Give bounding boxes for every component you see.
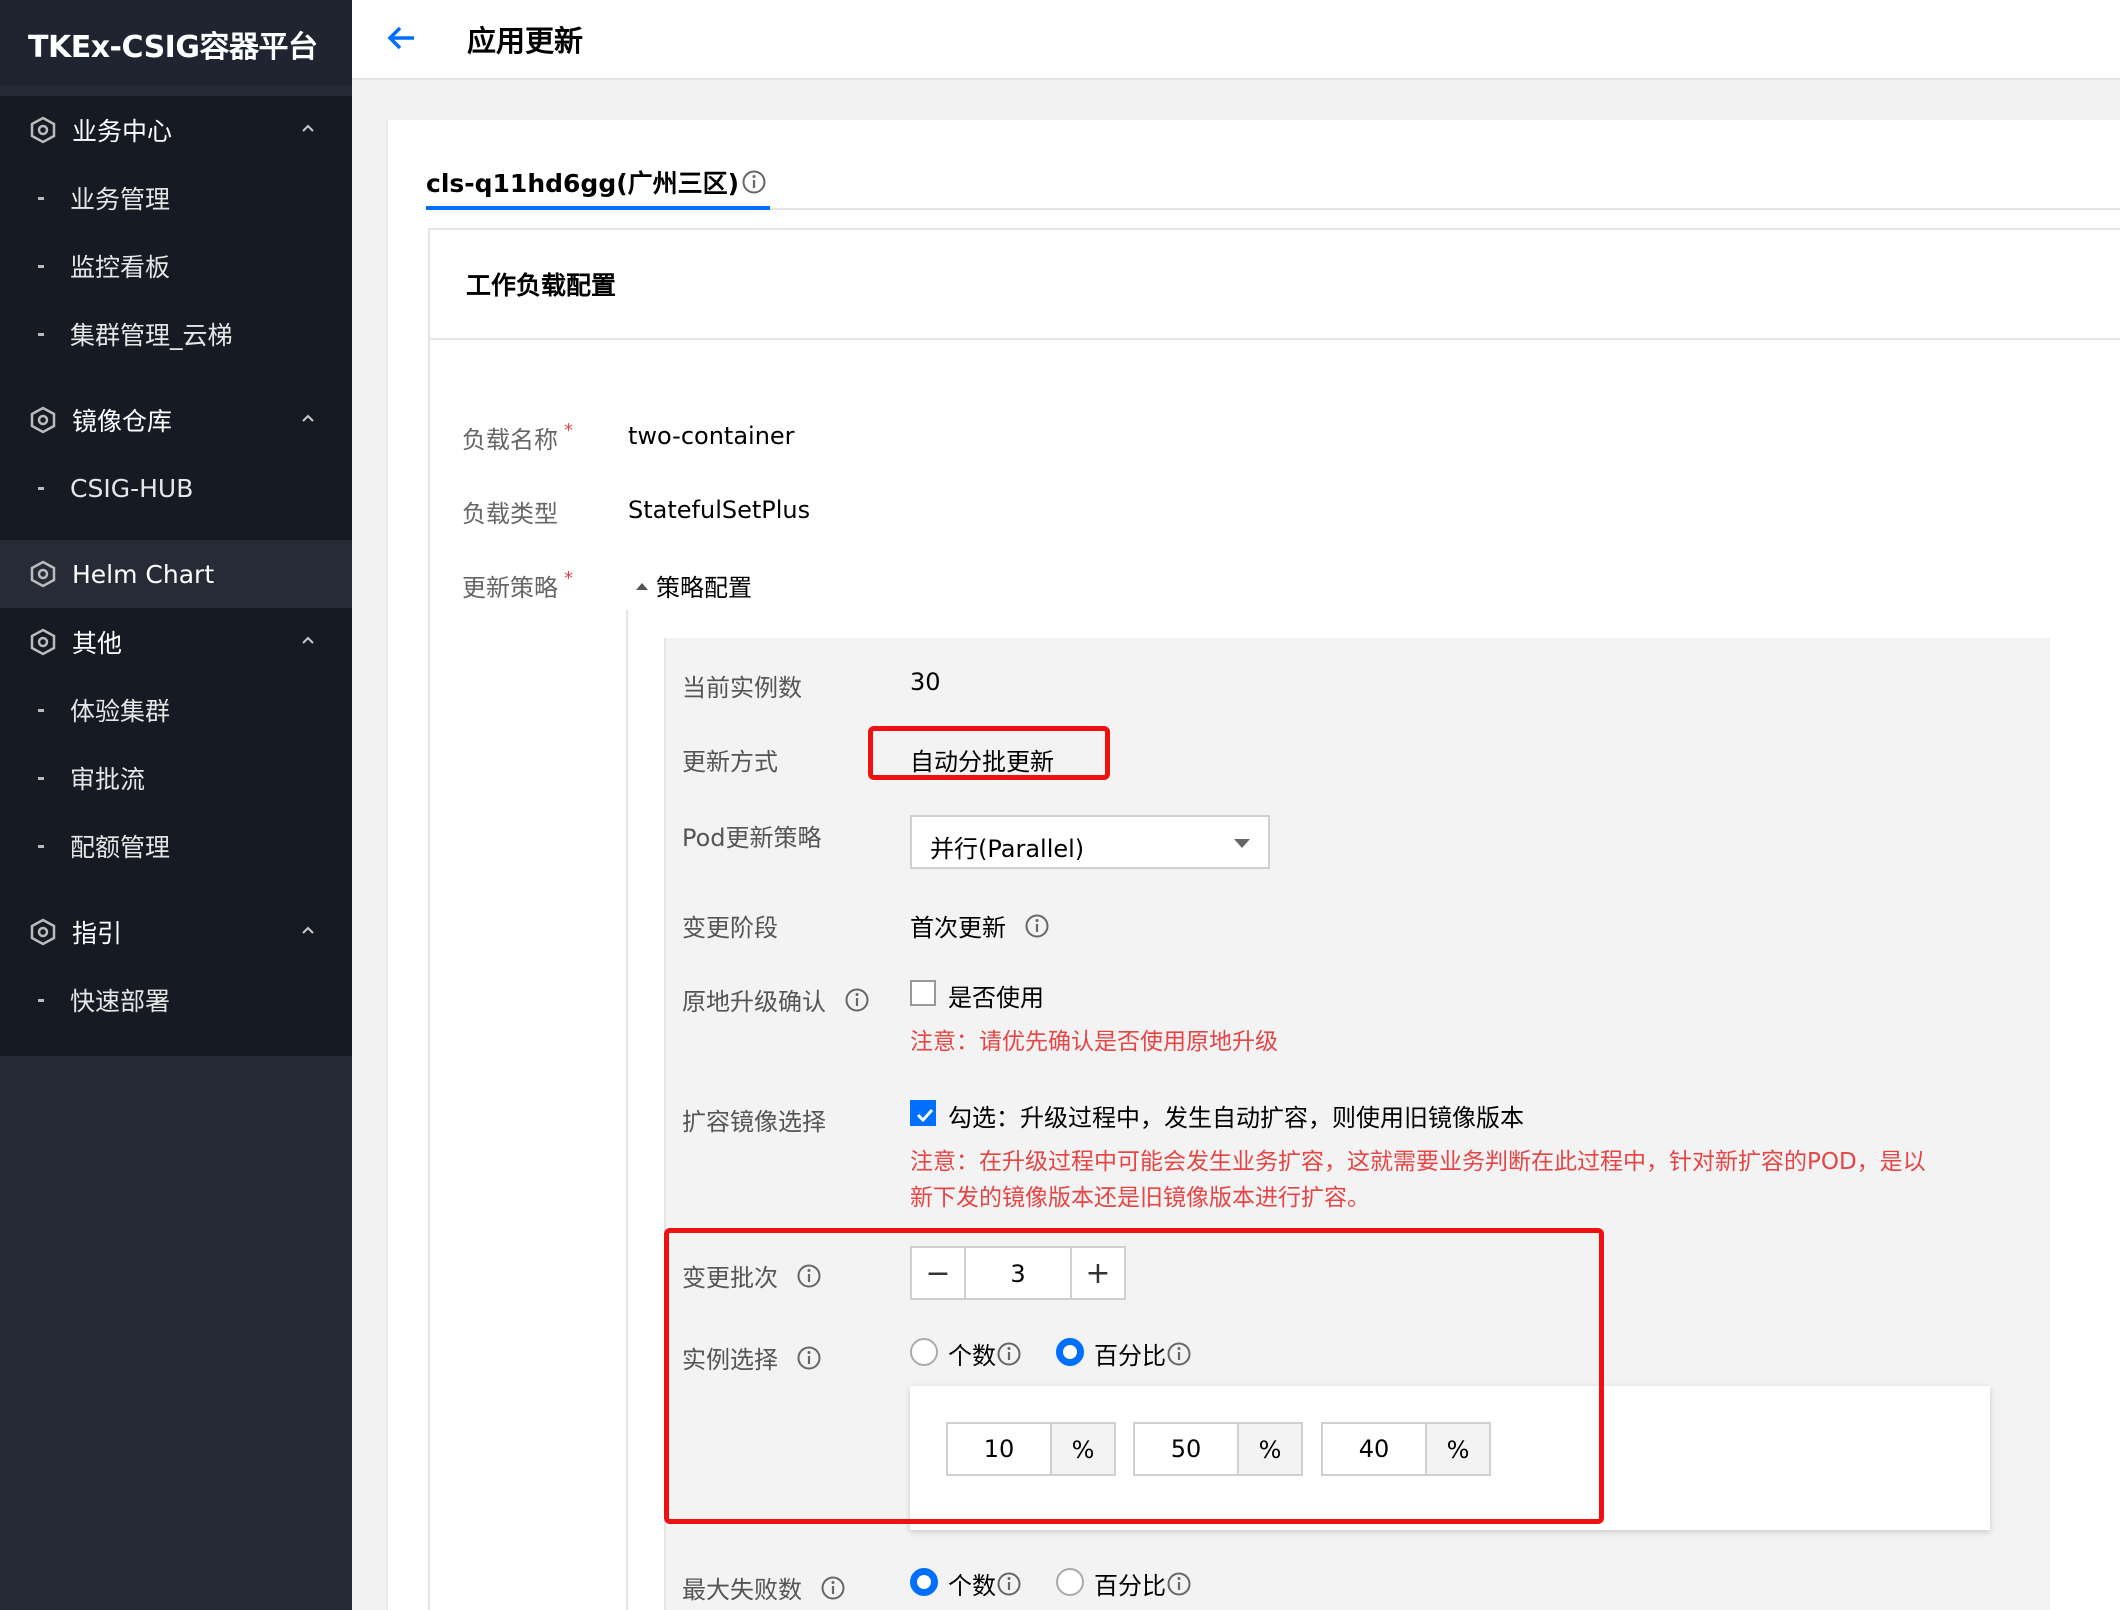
inplace-checkbox[interactable] [910,980,936,1006]
strategy-label: 更新策略 * [462,568,573,603]
nav-group-guide[interactable]: 指引 [0,898,352,966]
nav-group-label: 镜像仓库 [72,407,173,436]
panel-title: 工作负载配置 [430,230,2120,340]
batch-highlight-box [664,1228,1604,1524]
maxfail-count-radio[interactable] [910,1568,938,1596]
chevron-up-icon [302,636,314,644]
nav-group-image-repo[interactable]: 镜像仓库 [0,386,352,454]
strategy-toggle[interactable]: 策略配置 [634,568,752,603]
info-icon[interactable] [1024,913,1050,939]
cube-icon [30,406,56,434]
type-label: 负载类型 [462,500,558,528]
tab-label: cls-q11hd6gg(广州三区) [426,169,740,198]
nav-group-label: 指引 [72,919,123,948]
info-icon[interactable] [820,1575,846,1601]
chevron-up-icon [302,414,314,422]
method-highlight-box [868,726,1110,780]
inplace-warning: 注意：请优先确认是否使用原地升级 [910,1029,1278,1055]
required-mark: * [564,420,573,441]
stage-value: 首次更新 [910,914,1006,942]
brand-logo: TKEx-CSIG容器平台 [0,0,352,86]
pod-policy-label: Pod更新策略 [682,824,822,852]
strategy-toggle-label: 策略配置 [656,574,752,602]
sidebar-item-quota-manage[interactable]: 配额管理 [0,812,352,880]
info-icon[interactable] [741,169,767,195]
nav-group-label: 业务中心 [72,117,173,146]
maxfail-count-option: 个数 [948,1566,1022,1601]
tab-cluster[interactable]: cls-q11hd6gg(广州三区) [426,164,767,200]
inplace-label: 原地升级确认 [682,988,826,1016]
name-label-text: 负载名称 [462,426,558,454]
nav-group-label: Helm Chart [72,559,215,589]
sidebar-item-quick-deploy[interactable]: 快速部署 [0,966,352,1034]
inplace-label-row: 原地升级确认 [682,982,870,1017]
name-label: 负载名称 * [462,420,573,455]
nav-group-business[interactable]: 业务中心 [0,96,352,164]
sidebar: TKEx-CSIG容器平台 业务中心 业务管理 监控看板 集群管理_云梯 镜像仓… [0,0,352,1610]
instances-value: 30 [910,668,941,696]
stage-label: 变更阶段 [682,914,778,942]
strategy-label-text: 更新策略 [462,574,558,602]
maxfail-percent-option: 百分比 [1094,1566,1192,1601]
check-icon [916,1108,934,1123]
scale-warning-line1: 注意：在升级过程中可能会发生业务扩容，这就需要业务判断在此过程中，针对新扩容的P… [910,1149,1926,1175]
cube-icon [30,628,56,656]
method-label: 更新方式 [682,748,778,776]
chevron-up-icon [302,926,314,934]
instances-label: 当前实例数 [682,674,802,702]
page-title: 应用更新 [467,24,584,58]
sidebar-nav: 业务中心 业务管理 监控看板 集群管理_云梯 镜像仓库 CSIG-HUB Hel… [0,96,352,1056]
back-arrow-icon[interactable] [382,18,422,58]
caret-up-icon [636,582,648,590]
cube-icon [30,918,56,946]
tab-active-indicator [426,206,770,210]
scale-option: 勾选：升级过程中，发生自动扩容，则使用旧镜像版本 [948,1104,1524,1132]
strategy-guide-line [626,610,628,1610]
caret-down-icon [1234,839,1250,848]
type-value: StatefulSetPlus [628,496,811,524]
info-icon[interactable] [844,987,870,1013]
pod-policy-select[interactable]: 并行(Parallel) [910,815,1270,869]
maxfail-count-label: 个数 [948,1572,996,1600]
maxfail-percent-radio[interactable] [1056,1568,1084,1596]
cube-icon [30,116,56,144]
cube-icon [30,560,56,588]
maxfail-percent-label: 百分比 [1094,1572,1166,1600]
pod-policy-selected: 并行(Parallel) [930,835,1085,863]
name-value: two-container [628,422,795,450]
info-icon[interactable] [1166,1571,1192,1597]
sidebar-item-trial-cluster[interactable]: 体验集群 [0,676,352,744]
sidebar-item-csig-hub[interactable]: CSIG-HUB [0,454,352,522]
nav-group-other[interactable]: 其他 [0,608,352,676]
sidebar-item-business-manage[interactable]: 业务管理 [0,164,352,232]
scale-label: 扩容镜像选择 [682,1108,826,1136]
maxfail-label: 最大失败数 [682,1576,802,1604]
stage-value-row: 首次更新 [910,908,1050,943]
nav-group-helm-chart[interactable]: Helm Chart [0,540,352,608]
sidebar-item-monitor-board[interactable]: 监控看板 [0,232,352,300]
required-mark: * [564,568,573,589]
chevron-up-icon [302,124,314,132]
info-icon[interactable] [996,1571,1022,1597]
sidebar-item-approval-flow[interactable]: 审批流 [0,744,352,812]
scale-checkbox[interactable] [910,1100,936,1126]
maxfail-label-row: 最大失败数 [682,1570,846,1605]
page-header: 应用更新 [352,0,2120,80]
sidebar-item-cluster-manage[interactable]: 集群管理_云梯 [0,300,352,368]
inplace-option: 是否使用 [948,984,1044,1012]
nav-group-label: 其他 [72,629,123,658]
scale-warning-line2: 新下发的镜像版本还是旧镜像版本进行扩容。 [910,1185,1370,1211]
